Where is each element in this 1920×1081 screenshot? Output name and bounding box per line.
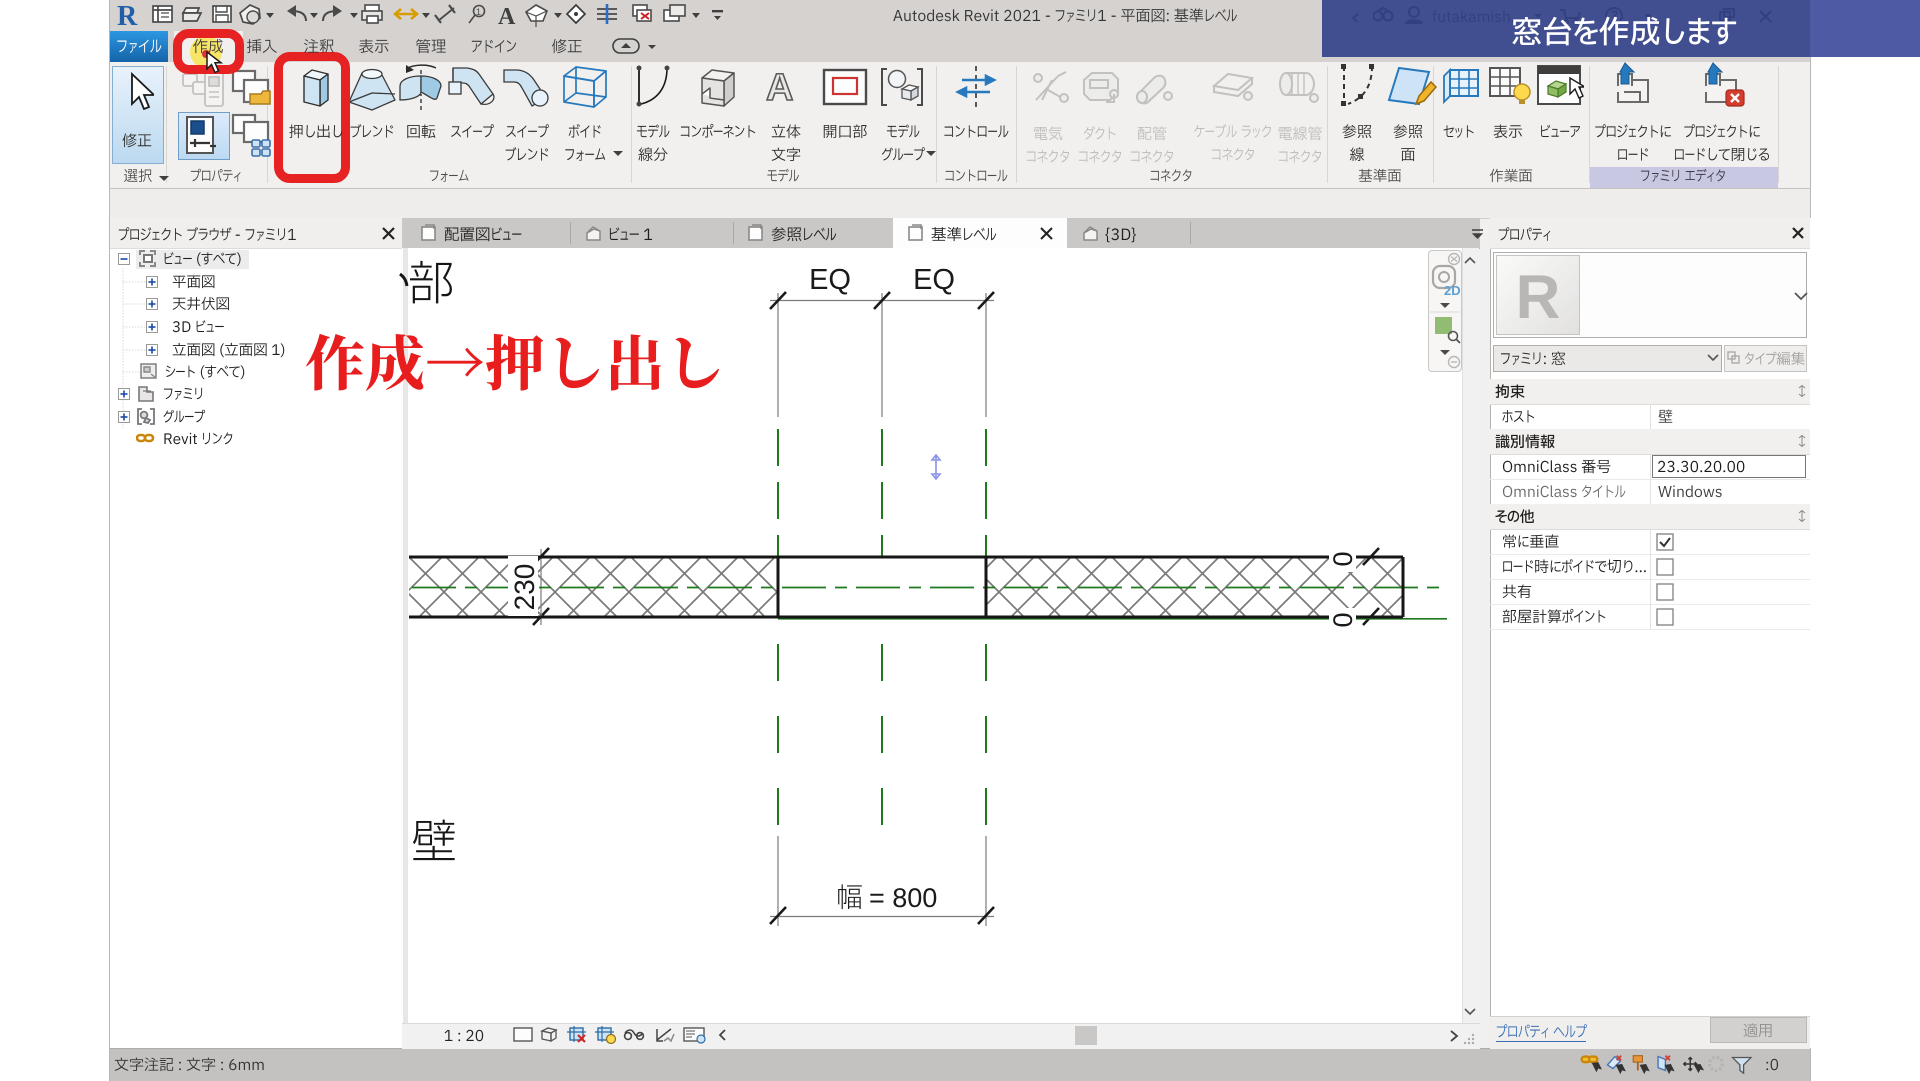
svg-text:A: A: [766, 67, 793, 109]
svg-text:2D: 2D: [1444, 283, 1461, 298]
